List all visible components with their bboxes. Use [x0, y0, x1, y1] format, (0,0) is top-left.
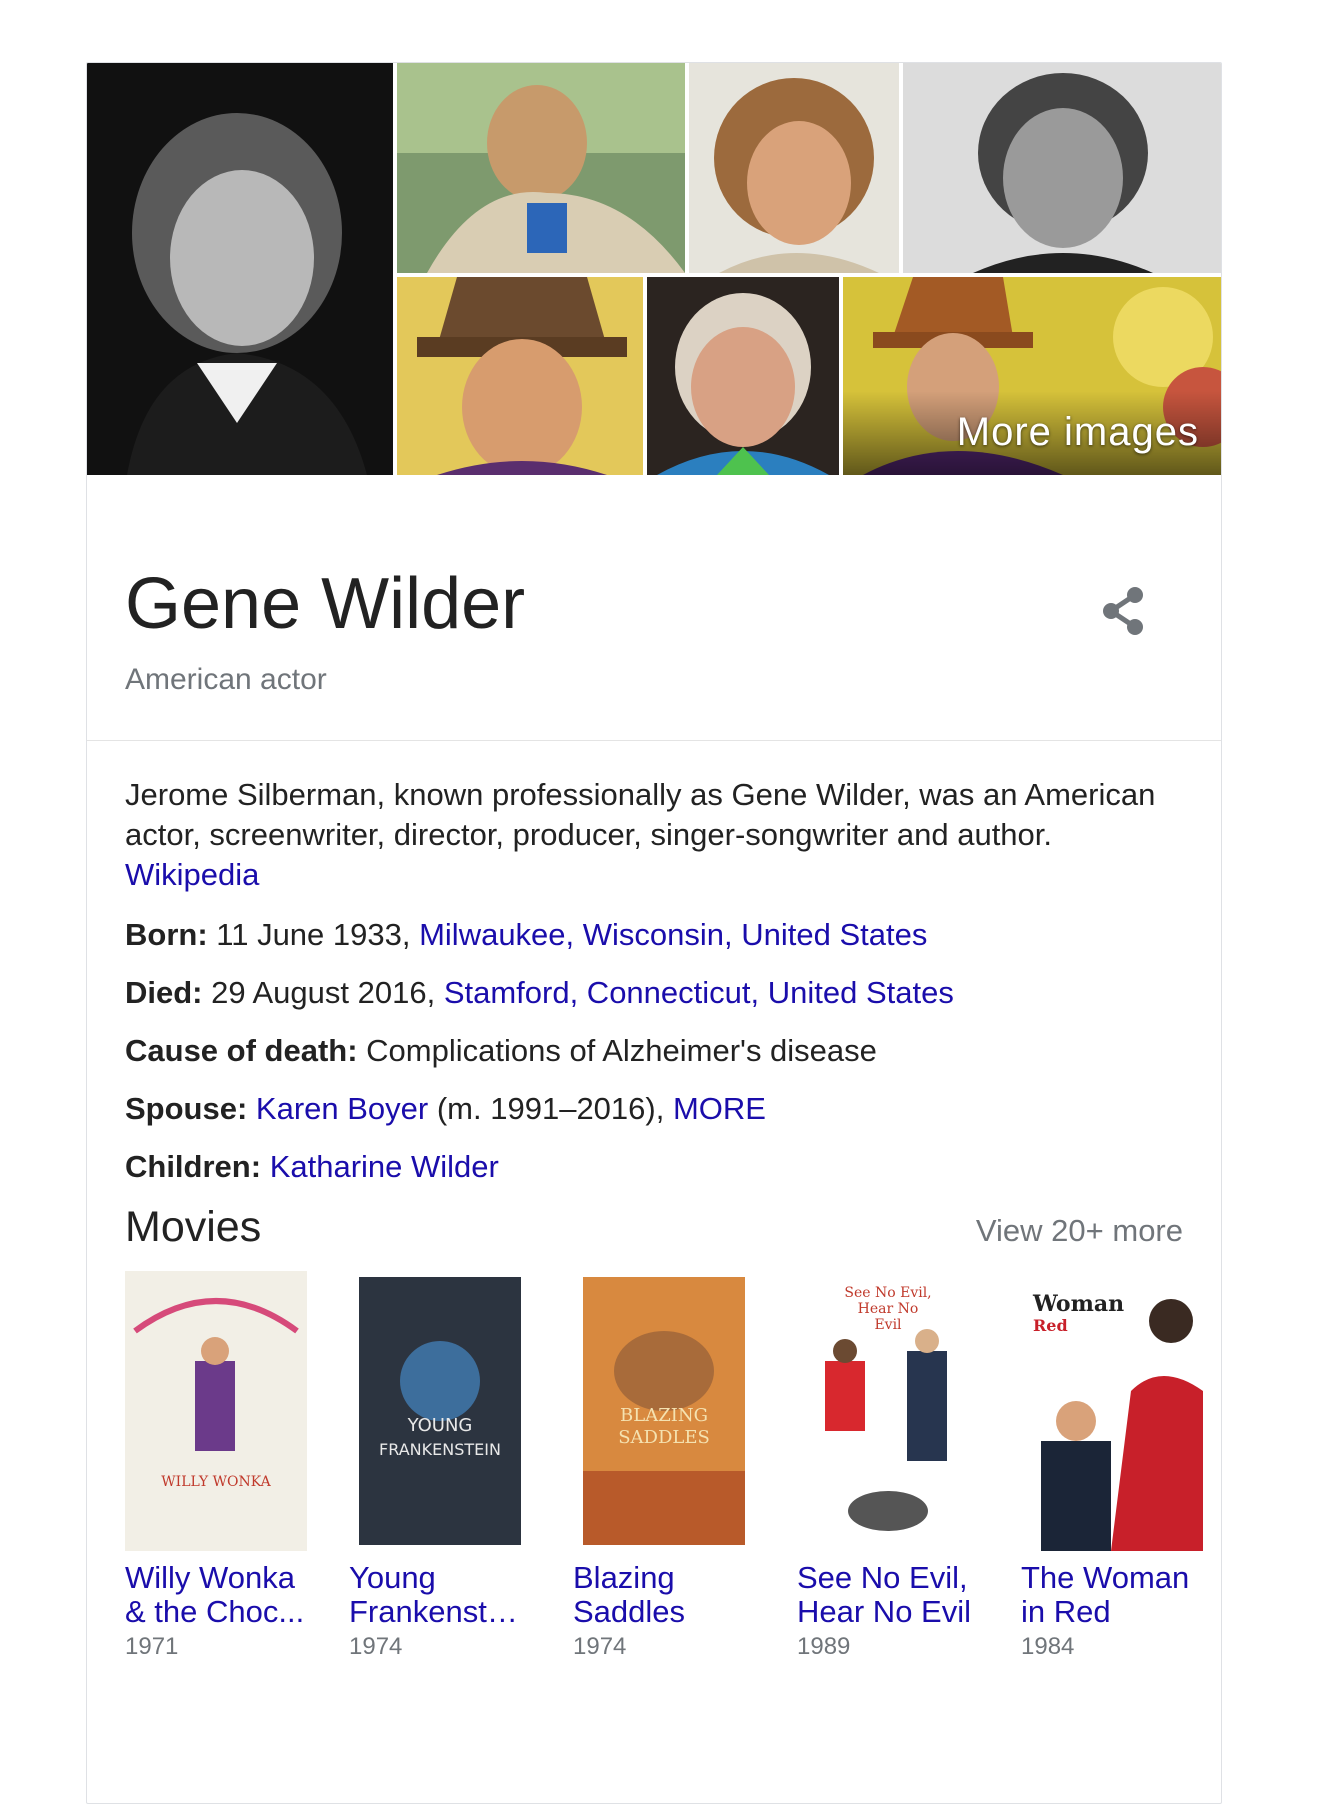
- children-link[interactable]: Katharine Wilder: [270, 1149, 499, 1184]
- share-icon[interactable]: [1095, 583, 1151, 639]
- wikipedia-link[interactable]: Wikipedia: [125, 857, 259, 892]
- movie-title[interactable]: Willy Wonka & the Choc...: [125, 1561, 307, 1629]
- svg-text:WILLY WONKA: WILLY WONKA: [161, 1474, 271, 1490]
- svg-text:See No Evil,: See No Evil,: [844, 1285, 931, 1301]
- main-photo[interactable]: [87, 63, 393, 475]
- description-text: Jerome Silberman, known professionally a…: [125, 777, 1156, 852]
- movie-poster[interactable]: Woman Red: [1021, 1271, 1203, 1551]
- entity-subtitle: American actor: [125, 663, 327, 696]
- movie-title[interactable]: Blazing Saddles: [573, 1561, 755, 1629]
- photo-5[interactable]: [397, 277, 643, 475]
- fact-value: 29 August 2016,: [202, 975, 444, 1010]
- fact-children: Children: Katharine Wilder: [125, 1147, 1185, 1205]
- movies-heading: Movies: [125, 1203, 262, 1251]
- photo-3[interactable]: [689, 63, 899, 273]
- movie-poster[interactable]: WILLY WONKA: [125, 1271, 307, 1551]
- fact-label: Died:: [125, 975, 203, 1010]
- movie-year: 1984: [1021, 1633, 1075, 1660]
- fact-cause-of-death: Cause of death: Complications of Alzheim…: [125, 1031, 1185, 1089]
- fact-value: (m. 1991–2016),: [428, 1091, 673, 1126]
- more-images-label[interactable]: More images: [957, 410, 1199, 455]
- born-place-link[interactable]: Milwaukee, Wisconsin, United States: [419, 917, 927, 952]
- facts-list: Born: 11 June 1933, Milwaukee, Wisconsin…: [125, 915, 1185, 1205]
- movie-title[interactable]: Young Frankenst…: [349, 1561, 531, 1629]
- description: Jerome Silberman, known professionally a…: [125, 775, 1165, 895]
- movie-card[interactable]: BLAZING SADDLES Blazing Saddles 1974: [573, 1271, 755, 1661]
- movies-carousel: WILLY WONKA Willy Wonka & the Choc... 19…: [125, 1271, 1203, 1803]
- movie-poster[interactable]: YOUNG FRANKENSTEIN: [349, 1271, 531, 1551]
- movie-card[interactable]: Woman Red The Woman in Red 1984: [1021, 1271, 1203, 1661]
- fact-value: Complications of Alzheimer's disease: [357, 1033, 877, 1068]
- movie-card[interactable]: See No Evil, Hear No Evil See No Evil, H…: [797, 1271, 979, 1661]
- svg-text:SADDLES: SADDLES: [618, 1427, 710, 1448]
- knowledge-panel: More images Gene Wilder American actor J…: [86, 62, 1222, 1804]
- spouse-link[interactable]: Karen Boyer: [256, 1091, 428, 1126]
- movie-poster[interactable]: BLAZING SADDLES: [573, 1271, 755, 1551]
- svg-text:Woman: Woman: [1032, 1291, 1124, 1317]
- photo-more-images[interactable]: More images: [843, 277, 1221, 475]
- svg-text:FRANKENSTEIN: FRANKENSTEIN: [379, 1440, 501, 1459]
- svg-text:BLAZING: BLAZING: [620, 1405, 708, 1426]
- fact-label: Born:: [125, 917, 208, 952]
- fact-spouse: Spouse: Karen Boyer (m. 1991–2016), MORE: [125, 1089, 1185, 1147]
- divider: [87, 740, 1221, 741]
- entity-title: Gene Wilder: [125, 564, 526, 644]
- svg-text:Hear No: Hear No: [858, 1301, 919, 1317]
- svg-text:Red: Red: [1033, 1316, 1068, 1335]
- fact-label: Cause of death:: [125, 1033, 358, 1068]
- movie-year: 1974: [573, 1633, 627, 1660]
- movie-card[interactable]: YOUNG FRANKENSTEIN Young Frankenst… 1974: [349, 1271, 531, 1661]
- movie-year: 1974: [349, 1633, 403, 1660]
- fact-label: Children:: [125, 1149, 262, 1184]
- photo-4[interactable]: [903, 63, 1221, 273]
- fact-born: Born: 11 June 1933, Milwaukee, Wisconsin…: [125, 915, 1185, 973]
- movie-year: 1989: [797, 1633, 851, 1660]
- spouse-more-link[interactable]: MORE: [673, 1091, 766, 1126]
- svg-text:Evil: Evil: [874, 1317, 902, 1333]
- fact-died: Died: 29 August 2016, Stamford, Connecti…: [125, 973, 1185, 1031]
- movie-card[interactable]: WILLY WONKA Willy Wonka & the Choc... 19…: [125, 1271, 307, 1661]
- fact-label: Spouse:: [125, 1091, 248, 1126]
- photo-6[interactable]: [647, 277, 839, 475]
- fact-value: 11 June 1933,: [207, 917, 420, 952]
- died-place-link[interactable]: Stamford, Connecticut, United States: [444, 975, 954, 1010]
- svg-text:YOUNG: YOUNG: [407, 1415, 473, 1436]
- movie-title[interactable]: See No Evil, Hear No Evil: [797, 1561, 979, 1629]
- movie-poster[interactable]: See No Evil, Hear No Evil: [797, 1271, 979, 1551]
- photo-2[interactable]: [397, 63, 685, 273]
- view-more-movies-link[interactable]: View 20+ more: [976, 1213, 1183, 1249]
- movie-year: 1971: [125, 1633, 179, 1660]
- movie-title[interactable]: The Woman in Red: [1021, 1561, 1203, 1629]
